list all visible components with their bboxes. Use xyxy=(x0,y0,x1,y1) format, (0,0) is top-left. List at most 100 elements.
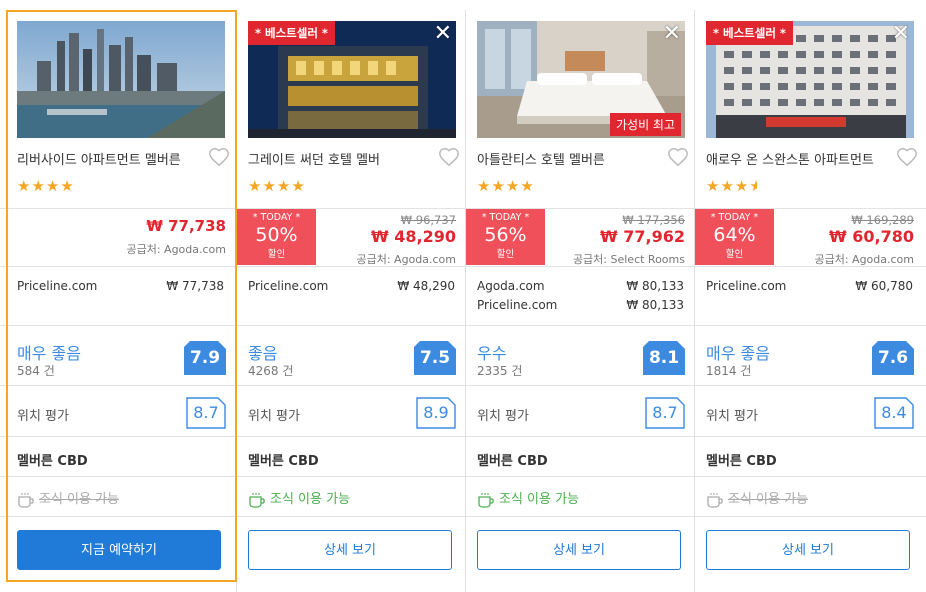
best-seller-badge: * 베스트셀러 * xyxy=(248,21,335,45)
hotel-photo[interactable]: ✕ 가성비 최고 xyxy=(477,21,685,138)
book-now-button[interactable]: 지금 예약하기 xyxy=(17,530,221,570)
discount-off-label: 할인 xyxy=(267,249,286,260)
vendor-name: Agoda.com xyxy=(477,279,545,293)
view-details-button[interactable]: 상세 보기 xyxy=(706,530,910,570)
star-rating: ★★★★ xyxy=(17,177,75,195)
vendor-price: ₩ 60,780 xyxy=(855,279,913,293)
location-score-value: 8.7 xyxy=(652,403,678,422)
today-label: * TODAY * xyxy=(252,212,301,223)
today-label: * TODAY * xyxy=(481,212,530,223)
star-rating: ★★★★ xyxy=(477,177,535,195)
hotel-name[interactable]: 리버사이드 아파트먼트 멜버른 xyxy=(17,149,181,168)
best-seller-badge: * 베스트셀러 * xyxy=(706,21,793,45)
coffee-cup-icon xyxy=(18,492,34,508)
vendor-name: Priceline.com xyxy=(477,298,558,312)
review-count[interactable]: 2335 건 xyxy=(477,362,522,379)
price[interactable]: ₩ 77,738 xyxy=(146,217,226,235)
vendor-row[interactable]: Priceline.com ₩ 77,738 xyxy=(17,279,224,293)
hotel-card-great-southern[interactable]: * 베스트셀러 * ✕ 그레이트 써던 호텔 멜버 ★★★★ * TODAY *… xyxy=(236,10,466,592)
discount-percent: 56% xyxy=(484,224,527,246)
discount-badge: * TODAY * 50% 할인 xyxy=(237,209,316,265)
original-price: ₩ 96,737 xyxy=(400,213,456,227)
coffee-cup-icon xyxy=(478,492,494,508)
hotel-photo[interactable] xyxy=(17,21,225,138)
vendor-name: Priceline.com xyxy=(706,279,787,293)
score-badge: 8.1 xyxy=(643,341,685,375)
review-count[interactable]: 1814 건 xyxy=(706,362,751,379)
score-value: 8.1 xyxy=(648,348,680,368)
vendor-name: Priceline.com xyxy=(248,279,329,293)
location-score-value: 8.4 xyxy=(881,403,907,422)
location-score-badge: 8.9 xyxy=(416,397,456,429)
review-count[interactable]: 584 건 xyxy=(17,362,55,379)
vendor-row[interactable]: Priceline.com ₩ 48,290 xyxy=(248,279,455,293)
vendor-row[interactable]: Priceline.com ₩ 60,780 xyxy=(706,279,913,293)
hotel-card-arrow-on-swanston[interactable]: * 베스트셀러 * ✕ 애로우 온 스완스톤 아파트먼트 ★★★★ * TODA… xyxy=(694,10,924,592)
view-details-button[interactable]: 상세 보기 xyxy=(477,530,681,570)
price[interactable]: ₩ 77,962 xyxy=(600,227,685,246)
heart-icon[interactable] xyxy=(667,146,689,168)
score-value: 7.9 xyxy=(189,348,221,368)
rating-word: 매우 좋음 xyxy=(706,344,770,363)
rating-word: 매우 좋음 xyxy=(17,344,81,363)
area-label: 멜버른 CBD xyxy=(17,454,88,469)
discount-off-label: 할인 xyxy=(725,249,744,260)
score-badge: 7.5 xyxy=(414,341,456,375)
supplier: 공급처: Agoda.com xyxy=(814,253,914,266)
coffee-cup-icon xyxy=(249,492,265,508)
close-icon[interactable]: ✕ xyxy=(663,21,681,46)
score-value: 7.6 xyxy=(877,348,909,368)
view-details-button[interactable]: 상세 보기 xyxy=(248,530,452,570)
supplier: 공급처: Agoda.com xyxy=(356,253,456,266)
discount-percent: 64% xyxy=(713,224,756,246)
close-icon[interactable]: ✕ xyxy=(434,21,452,46)
hotel-photo[interactable]: * 베스트셀러 * ✕ xyxy=(248,21,456,138)
breakfast-info: 조식 이용 가능 xyxy=(17,488,119,508)
heart-icon[interactable] xyxy=(896,146,918,168)
vendor-row[interactable]: Agoda.com ₩ 80,133 xyxy=(477,279,684,293)
hotel-name[interactable]: 그레이트 써던 호텔 멜버 xyxy=(248,149,380,168)
hotel-photo[interactable]: * 베스트셀러 * ✕ xyxy=(706,21,914,138)
discount-percent: 50% xyxy=(255,224,298,246)
breakfast-text: 조식 이용 가능 xyxy=(499,492,580,507)
discount-badge: * TODAY * 56% 할인 xyxy=(466,209,545,265)
location-score-badge: 8.7 xyxy=(645,397,685,429)
location-score-value: 8.9 xyxy=(423,403,449,422)
rating-word: 우수 xyxy=(477,344,507,363)
breakfast-text: 조식 이용 가능 xyxy=(728,492,809,507)
location-label: 위치 평가 xyxy=(248,409,300,424)
location-score-value: 8.7 xyxy=(193,403,219,422)
vendor-row[interactable]: Priceline.com ₩ 80,133 xyxy=(477,298,684,312)
location-score-badge: 8.7 xyxy=(186,397,226,429)
price[interactable]: ₩ 48,290 xyxy=(371,227,456,246)
breakfast-info: 조식 이용 가능 xyxy=(706,488,808,508)
score-badge: 7.6 xyxy=(872,341,914,375)
hotel-card-riverside[interactable]: 리버사이드 아파트먼트 멜버른 ★★★★ ₩ 77,738 공급처: Agoda… xyxy=(6,10,236,592)
vendor-name: Priceline.com xyxy=(17,279,98,293)
review-count[interactable]: 4268 건 xyxy=(248,362,293,379)
vendor-price: ₩ 77,738 xyxy=(166,279,224,293)
star-rating: ★★★★ xyxy=(248,177,306,195)
score-value: 7.5 xyxy=(419,348,451,368)
star-rating: ★★★★ xyxy=(706,177,757,195)
location-label: 위치 평가 xyxy=(706,409,758,424)
area-label: 멜버른 CBD xyxy=(248,454,319,469)
hotel-name[interactable]: 애로우 온 스완스톤 아파트먼트 xyxy=(706,149,874,168)
rating-word: 좋음 xyxy=(248,344,278,363)
hotel-name[interactable]: 아틀란티스 호텔 멜버른 xyxy=(477,149,605,168)
breakfast-info: 조식 이용 가능 xyxy=(477,488,579,508)
price[interactable]: ₩ 60,780 xyxy=(829,227,914,246)
heart-icon[interactable] xyxy=(208,146,230,168)
area-label: 멜버른 CBD xyxy=(706,454,777,469)
breakfast-text: 조식 이용 가능 xyxy=(39,492,120,507)
location-label: 위치 평가 xyxy=(17,409,69,424)
breakfast-text: 조식 이용 가능 xyxy=(270,492,351,507)
original-price: ₩ 177,356 xyxy=(622,213,685,227)
hotel-card-atlantis[interactable]: ✕ 가성비 최고 아틀란티스 호텔 멜버른 ★★★★ * TODAY * 56%… xyxy=(465,10,695,592)
hotel-comparison-grid: 리버사이드 아파트먼트 멜버른 ★★★★ ₩ 77,738 공급처: Agoda… xyxy=(0,0,926,592)
heart-icon[interactable] xyxy=(438,146,460,168)
supplier: 공급처: Agoda.com xyxy=(126,243,226,256)
coffee-cup-icon xyxy=(707,492,723,508)
close-icon[interactable]: ✕ xyxy=(892,21,910,46)
vendor-price: ₩ 48,290 xyxy=(397,279,455,293)
